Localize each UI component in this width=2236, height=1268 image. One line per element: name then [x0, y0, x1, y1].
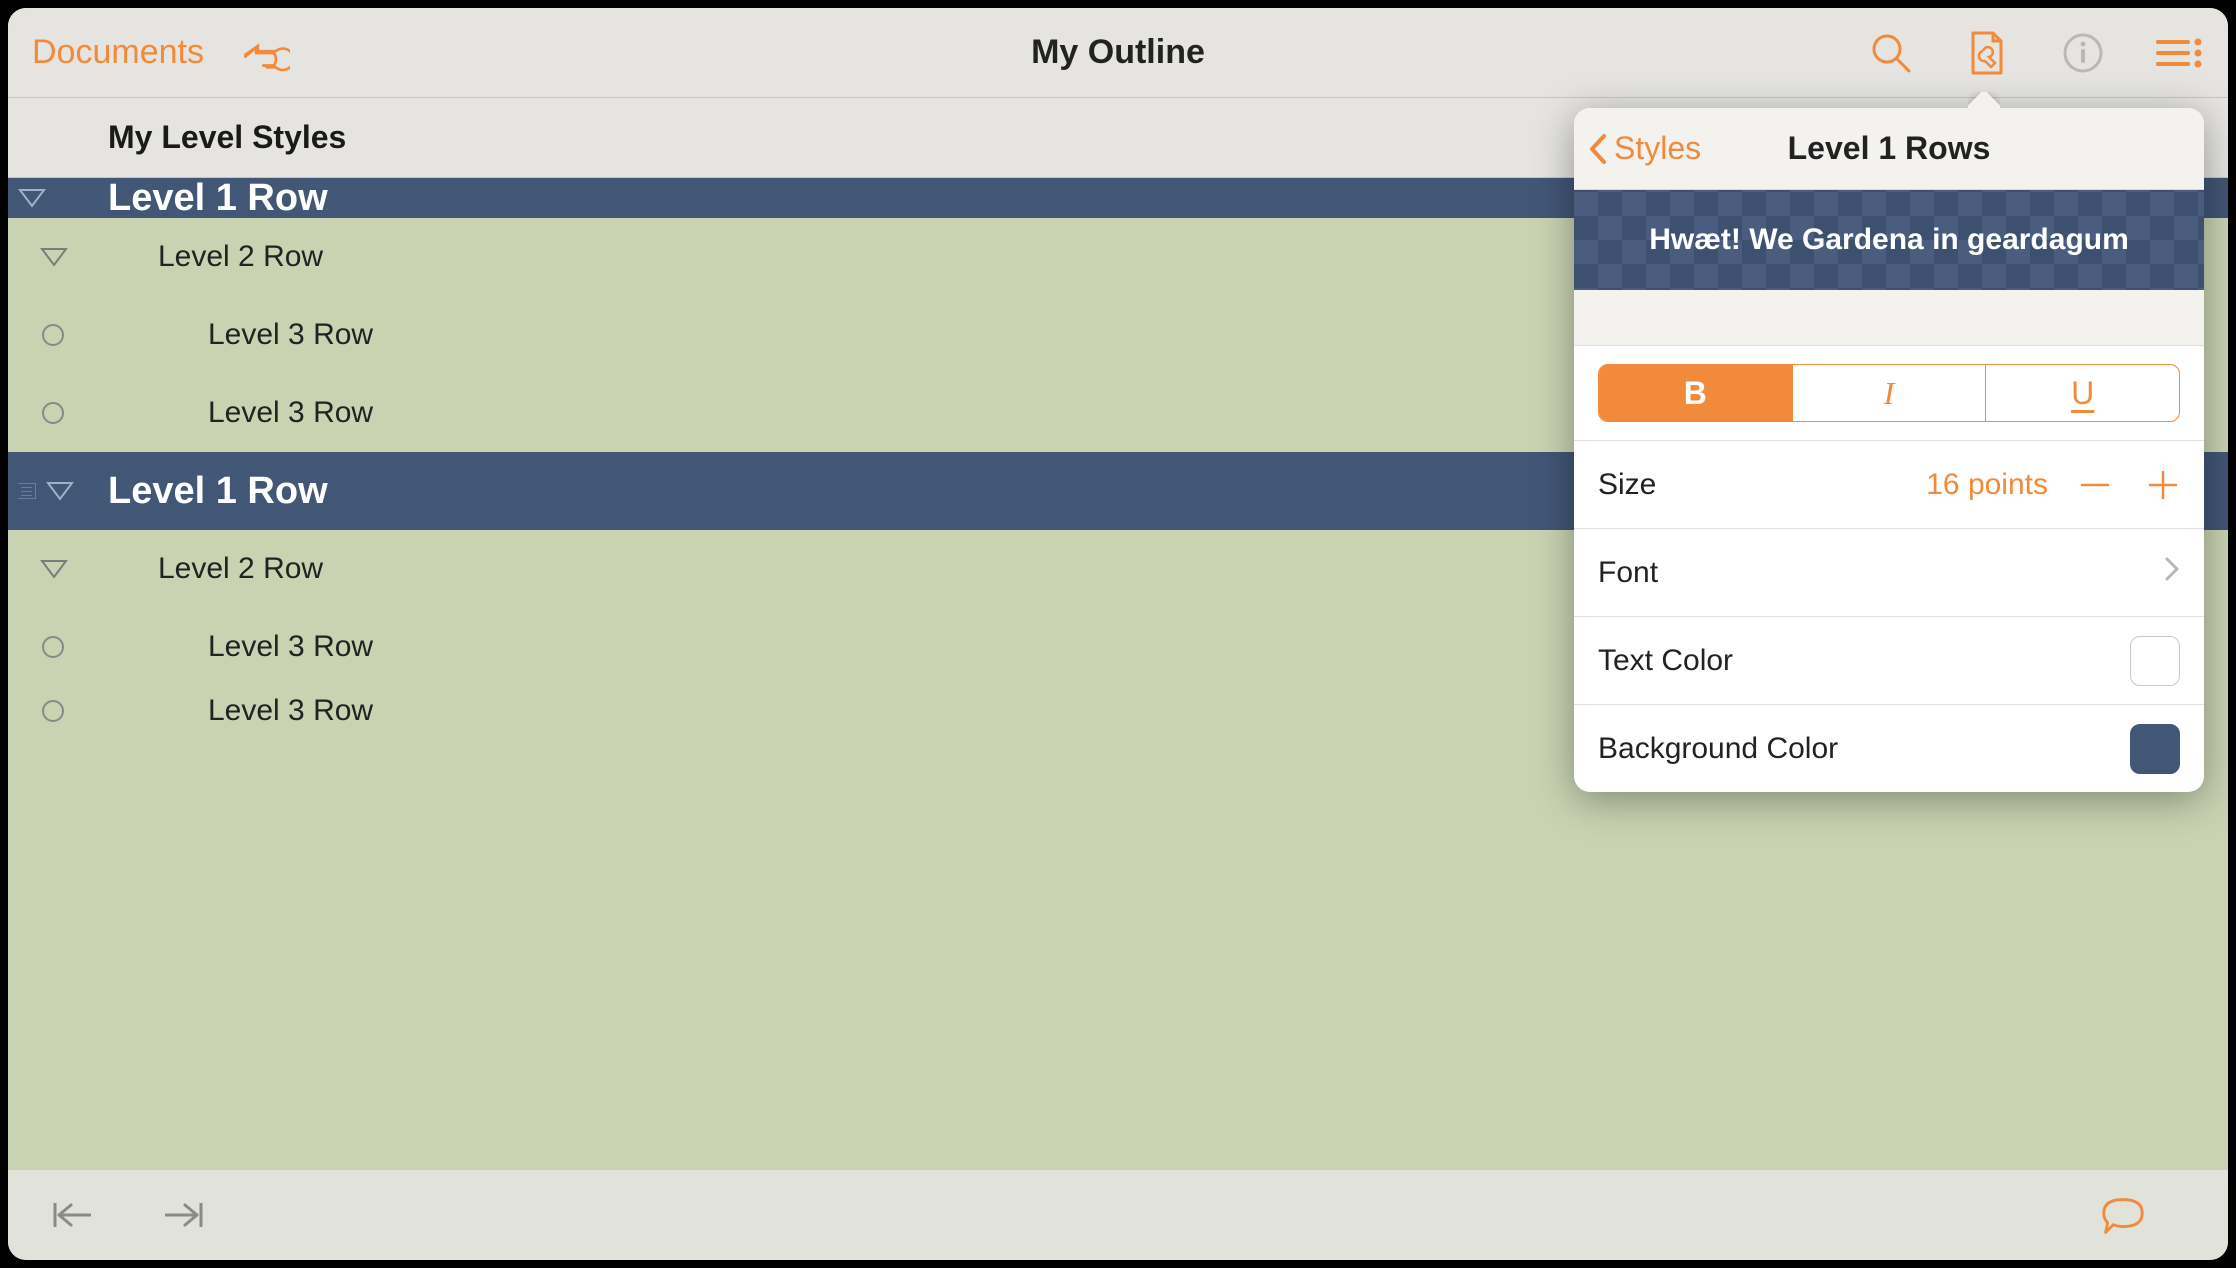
size-row: Size 16 points: [1574, 440, 2204, 528]
indent-button[interactable]: [158, 1190, 208, 1240]
search-icon: [1869, 31, 1913, 75]
text-color-label: Text Color: [1598, 644, 2130, 678]
font-label: Font: [1598, 556, 2164, 590]
bottom-toolbar: [8, 1170, 2228, 1260]
wrench-document-icon: [1967, 29, 2007, 77]
info-icon: [2061, 31, 2105, 75]
back-label: Styles: [1614, 130, 1701, 167]
outdent-icon: [51, 1197, 95, 1233]
bullet-icon: [42, 700, 64, 722]
row-handle[interactable]: [8, 636, 108, 658]
document-title: My Outline: [480, 33, 1756, 72]
speech-bubble-icon: [2098, 1193, 2148, 1237]
text-color-swatch[interactable]: [2130, 636, 2180, 686]
chevron-right-icon: [2164, 555, 2180, 591]
underline-toggle[interactable]: U: [1985, 365, 2179, 421]
font-row[interactable]: Font: [1574, 528, 2204, 616]
toolbar-right: [1784, 28, 2204, 78]
disclosure-triangle-open-icon: [40, 245, 68, 269]
size-value: 16 points: [1926, 468, 2048, 502]
info-button[interactable]: [2058, 28, 2108, 78]
popover-header: Styles Level 1 Rows: [1574, 108, 2204, 190]
disclosure-triangle-open-icon: [46, 479, 74, 503]
undo-button[interactable]: [240, 28, 290, 78]
background-color-row[interactable]: Background Color: [1574, 704, 2204, 792]
row-handle[interactable]: [8, 557, 108, 581]
size-increase-button[interactable]: [2146, 468, 2180, 502]
app-window: Documents My Outline: [8, 8, 2228, 1260]
italic-toggle[interactable]: I: [1792, 365, 1986, 421]
style-inspector-popover: Styles Level 1 Rows Hwæt! We Gardena in …: [1574, 108, 2204, 792]
row-handle[interactable]: [8, 700, 108, 722]
background-color-swatch[interactable]: [2130, 724, 2180, 774]
toolbar: Documents My Outline: [8, 8, 2228, 98]
search-button[interactable]: [1866, 28, 1916, 78]
size-label: Size: [1598, 468, 1926, 502]
disclosure-triangle-open-icon: [40, 557, 68, 581]
outdent-button[interactable]: [48, 1190, 98, 1240]
outline-view-button[interactable]: [2154, 28, 2204, 78]
text-format-segmented: B I U: [1598, 364, 2180, 422]
background-color-label: Background Color: [1598, 732, 2130, 766]
row-handle[interactable]: [8, 324, 108, 346]
undo-icon: [240, 33, 290, 73]
bullet-icon: [42, 324, 64, 346]
row-handle[interactable]: [8, 402, 108, 424]
style-preview: Hwæt! We Gardena in geardagum: [1574, 190, 2204, 290]
inspector-button[interactable]: [1962, 28, 2012, 78]
bold-toggle[interactable]: B: [1599, 365, 1792, 421]
bullet-icon: [42, 402, 64, 424]
indent-icon: [161, 1197, 205, 1233]
size-stepper: [2078, 468, 2180, 502]
row-handle[interactable]: [8, 245, 108, 269]
minus-icon: [2078, 468, 2112, 502]
text-color-row[interactable]: Text Color: [1574, 616, 2204, 704]
plus-icon: [2146, 468, 2180, 502]
toolbar-left: Documents: [32, 28, 452, 78]
note-icon[interactable]: [18, 483, 36, 499]
row-handle[interactable]: [8, 186, 108, 210]
size-decrease-button[interactable]: [2078, 468, 2112, 502]
chevron-left-icon: [1588, 132, 1608, 166]
bullet-icon: [42, 636, 64, 658]
note-toggle-button[interactable]: [2098, 1190, 2148, 1240]
disclosure-triangle-open-icon: [18, 186, 46, 210]
popover-arrow: [1968, 92, 2000, 108]
list-icon: [2154, 34, 2204, 72]
row-handle[interactable]: [8, 479, 108, 503]
documents-button[interactable]: Documents: [32, 33, 204, 72]
section-spacer: [1574, 290, 2204, 346]
back-to-styles-button[interactable]: Styles: [1574, 130, 1701, 167]
